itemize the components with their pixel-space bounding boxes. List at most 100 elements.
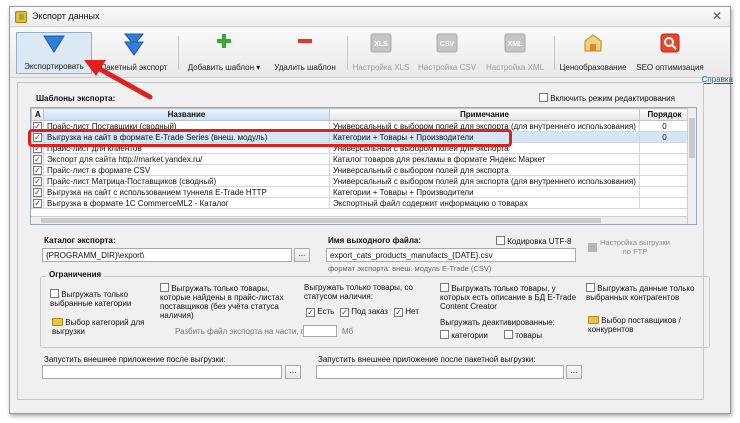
template-order — [639, 197, 690, 209]
utf8-label: Кодировка UTF-8 — [507, 237, 572, 246]
scrollbar-thumb[interactable] — [689, 118, 695, 158]
template-order — [639, 153, 690, 165]
table-row[interactable]: ✓ Прайс-лист Матрица-Поставщиков (сводны… — [31, 175, 690, 187]
xml-settings-button[interactable]: XML Настройка XML — [482, 32, 548, 74]
export-label: Экспортировать — [24, 62, 84, 71]
app-icon — [15, 11, 27, 23]
choose-categories-button[interactable]: Выбор категорий для выгрузки — [52, 318, 164, 336]
row-checkbox[interactable]: ✓ — [33, 199, 42, 208]
window-title: Экспорт данных — [32, 11, 100, 21]
checkbox[interactable] — [440, 283, 449, 292]
seo-button[interactable]: SEO оптимизация — [632, 32, 708, 74]
column-header-note[interactable]: Примечание — [329, 108, 640, 121]
svg-text:XLS: XLS — [374, 41, 388, 48]
format-note: формат экспорта: внеш. модуль E-Trade (C… — [328, 264, 492, 273]
split-unit: Мб — [342, 327, 354, 336]
checkbox[interactable] — [586, 283, 595, 292]
delete-template-button[interactable]: Удалить шаблон — [268, 32, 342, 74]
edit-mode-checkbox[interactable]: Включить режим редактирования — [539, 93, 675, 103]
help-link[interactable]: Справка — [702, 75, 733, 84]
svg-text:CSV: CSV — [440, 41, 455, 48]
vertical-scrollbar[interactable] — [687, 108, 696, 224]
add-template-button[interactable]: Добавить шаблон ▾ — [182, 32, 266, 74]
checkbox[interactable] — [496, 236, 505, 245]
scrollbar-thumb[interactable] — [41, 218, 601, 223]
close-icon[interactable]: ✕ — [712, 9, 722, 23]
status-no-label: Нет — [405, 307, 419, 316]
checkbox[interactable] — [440, 330, 449, 339]
run-after-batch-label: Запустить внешнее приложение после пакет… — [318, 355, 536, 364]
with-description-checkbox[interactable]: Выгружать только товары, у которых есть … — [440, 283, 580, 311]
status-yes-checkbox[interactable]: ✓ Есть — [306, 307, 334, 317]
run-after-batch-browse-button[interactable]: ... — [566, 365, 582, 379]
utf8-checkbox[interactable]: Кодировка UTF-8 — [496, 236, 571, 246]
status-no-checkbox[interactable]: ✓ Нет — [394, 307, 419, 317]
run-after-label: Запустить внешнее приложение после выгру… — [44, 355, 226, 364]
checkbox[interactable] — [539, 93, 548, 102]
horizontal-scrollbar[interactable] — [31, 216, 687, 224]
template-note: Универсальный с выбором полей для экспор… — [329, 164, 640, 176]
template-order — [639, 164, 690, 176]
deact-products-checkbox[interactable]: товары — [504, 330, 542, 340]
catalog-browse-button[interactable]: ... — [294, 248, 310, 262]
pricing-button[interactable]: Ценообразование — [558, 32, 628, 74]
template-order: 0 — [639, 131, 690, 143]
selected-contractors-checkbox[interactable]: Выгружать данные только выбранных контра… — [586, 283, 704, 302]
checkbox[interactable]: ✓ — [340, 308, 349, 317]
ftp-settings-button[interactable]: Настройка выгрузки по FTP — [586, 238, 670, 262]
checkbox[interactable] — [160, 283, 169, 292]
csv-settings-label: Настройка CSV — [417, 63, 477, 72]
output-file-label: Имя выходного файла: — [328, 236, 422, 245]
template-name: Выгрузка на сайт с использованием туннел… — [43, 186, 330, 198]
table-row[interactable]: ✓ Выгрузка на сайт с использованием тунн… — [31, 186, 690, 198]
checkbox[interactable] — [504, 330, 513, 339]
run-after-field[interactable] — [42, 365, 282, 379]
templates-grid: А Название Примечание Порядок ✓ Прайс-ли… — [30, 107, 697, 225]
svg-text:XML: XML — [508, 41, 524, 48]
template-name: Выгрузка в формате 1С CommerceML2 - Ката… — [43, 197, 330, 209]
row-checkbox[interactable]: ✓ — [33, 177, 42, 186]
found-in-pricelists-checkbox[interactable]: Выгружать только товары, которые найдены… — [160, 283, 300, 320]
checkbox[interactable] — [50, 289, 59, 298]
toolbar-separator — [347, 36, 348, 70]
delete-template-label: Удалить шаблон — [274, 63, 336, 72]
templates-title: Шаблоны экспорта: — [36, 94, 116, 103]
toolbar-separator — [178, 36, 179, 70]
export-button[interactable]: Экспортировать — [16, 32, 92, 74]
column-header-name[interactable]: Название — [43, 108, 330, 121]
table-row[interactable]: ✓ Прайс-лист в формате CSV Универсальный… — [31, 164, 690, 176]
selected-categories-checkbox[interactable]: Выгружать только выбранные категории — [50, 289, 160, 308]
row-checkbox[interactable]: ✓ — [33, 155, 42, 164]
table-row[interactable]: ✓ Выгрузка в формате 1С CommerceML2 - Ка… — [31, 197, 690, 209]
choose-suppliers-button[interactable]: Выбор поставщиков / конкурентов — [588, 316, 706, 334]
batch-export-button[interactable]: Пакетный экспорт — [96, 32, 172, 74]
checkbox[interactable]: ✓ — [306, 308, 315, 317]
column-header-active[interactable]: А — [31, 108, 44, 121]
template-note: Экспортный файл содержит информацию о то… — [329, 197, 640, 209]
ftp-icon — [588, 243, 597, 252]
deact-categories-checkbox[interactable]: категории — [440, 330, 488, 340]
split-size-input[interactable] — [303, 325, 337, 337]
catalog-path-field[interactable]: {PROGRAMM_DIR}\export\ — [42, 248, 292, 262]
checkbox[interactable]: ✓ — [394, 308, 403, 317]
output-file-field[interactable]: export_cats_products_manufacts_{DATE}.cs… — [326, 248, 576, 262]
xml-settings-label: Настройка XML — [485, 63, 545, 72]
folder-icon — [588, 316, 599, 324]
seo-label: SEO оптимизация — [636, 63, 704, 72]
column-header-order[interactable]: Порядок — [639, 108, 690, 121]
ftp-settings-label: Настройка выгрузки по FTP — [600, 238, 670, 256]
plus-icon — [217, 34, 231, 48]
row-checkbox[interactable]: ✓ — [33, 166, 42, 175]
edit-mode-label: Включить режим редактирования — [550, 94, 675, 103]
csv-settings-button[interactable]: CSV Настройка CSV — [415, 32, 479, 74]
template-note: Универсальный с выбором полей для экспор… — [329, 175, 640, 187]
status-yes-label: Есть — [317, 307, 335, 316]
run-after-browse-button[interactable]: ... — [285, 365, 301, 379]
status-order-checkbox[interactable]: ✓ Под заказ — [340, 307, 388, 317]
xls-settings-label: Настройка XLS — [352, 63, 410, 72]
csv-file-icon: CSV — [436, 33, 458, 53]
xls-settings-button[interactable]: XLS Настройка XLS — [350, 32, 412, 74]
row-checkbox[interactable]: ✓ — [33, 188, 42, 197]
table-row[interactable]: ✓ Экспорт для сайта http://market.yandex… — [31, 153, 690, 165]
run-after-batch-field[interactable] — [316, 365, 564, 379]
